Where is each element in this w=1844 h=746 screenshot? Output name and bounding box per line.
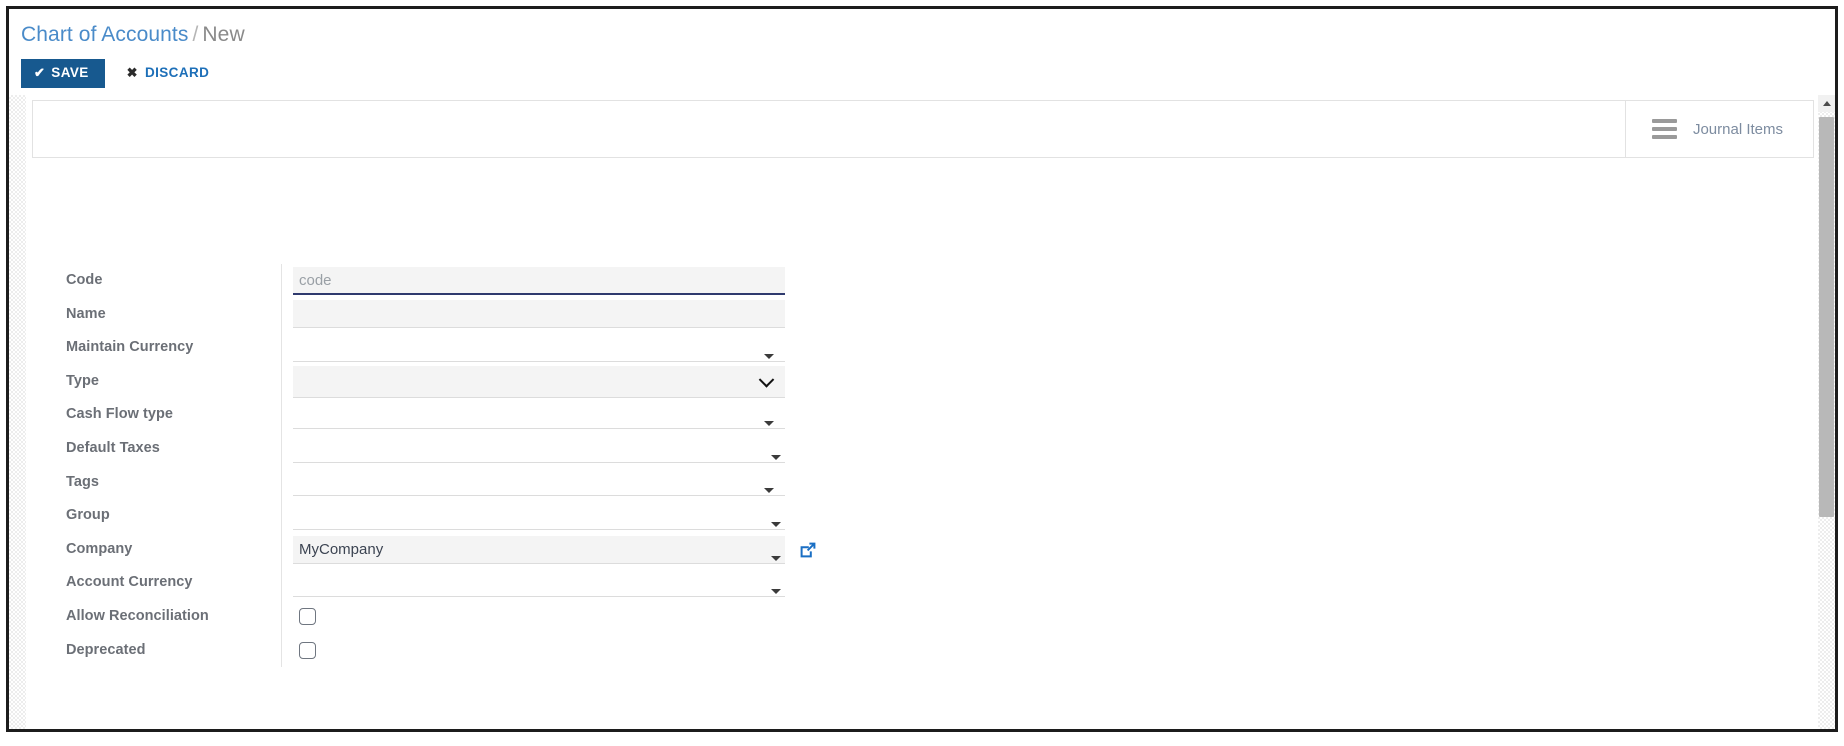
- tags-dropdown[interactable]: [293, 468, 785, 497]
- breadcrumb-link-chart-of-accounts[interactable]: Chart of Accounts: [21, 23, 188, 46]
- form-row-name: Name: [66, 297, 890, 332]
- form-row-account-currency: Account Currency: [66, 566, 890, 600]
- form-row-tags: Tags: [66, 465, 890, 500]
- code-input[interactable]: code: [293, 266, 785, 295]
- external-link-icon[interactable]: [798, 540, 818, 560]
- default-taxes-dropdown[interactable]: [293, 434, 785, 463]
- triangle-up-icon[interactable]: [1818, 95, 1835, 112]
- sheet-area: Journal Items Code code Name Maintain Cu…: [26, 95, 1818, 729]
- caret-down-icon[interactable]: [764, 421, 774, 427]
- vertical-scrollbar[interactable]: [1818, 95, 1835, 729]
- form-row-cash-flow-type: Cash Flow type: [66, 398, 890, 432]
- company-dropdown[interactable]: MyCompany: [293, 535, 785, 564]
- caret-down-icon[interactable]: [771, 589, 781, 595]
- caret-down-icon[interactable]: [771, 454, 781, 460]
- account-currency-underline: [293, 596, 785, 598]
- label-type: Type: [66, 372, 99, 389]
- group-underline: [293, 528, 785, 530]
- field-cell-default-taxes: [281, 431, 890, 466]
- field-cell-tags: [281, 465, 890, 500]
- name-input[interactable]: [293, 300, 785, 329]
- field-cell-maintain-currency: [281, 331, 890, 365]
- field-cell-code: code: [281, 264, 890, 298]
- maintain-currency-dropdown[interactable]: [293, 333, 785, 362]
- form-row-default-taxes: Default Taxes: [66, 431, 890, 466]
- form-row-allow-reconciliation: Allow Reconciliation: [66, 599, 890, 634]
- code-input-placeholder: code: [299, 271, 332, 289]
- deprecated-checkbox[interactable]: [299, 641, 316, 659]
- save-button-label: SAVE: [51, 65, 89, 80]
- smart-button-journal-items[interactable]: Journal Items: [1624, 101, 1813, 157]
- save-button[interactable]: ✔ SAVE: [21, 59, 105, 88]
- field-cell-name: [281, 297, 890, 332]
- label-allow-reconciliation: Allow Reconciliation: [66, 607, 209, 624]
- chevron-down-icon[interactable]: [758, 371, 775, 388]
- field-cell-group: [281, 499, 890, 533]
- label-default-taxes: Default Taxes: [66, 439, 160, 456]
- label-code: Code: [66, 272, 103, 288]
- label-maintain-currency: Maintain Currency: [66, 339, 194, 356]
- form-row-company: Company MyCompany: [66, 532, 890, 567]
- field-cell-type: [281, 364, 890, 399]
- code-input-focus-underline: [293, 292, 785, 295]
- form-row-deprecated: Deprecated: [66, 633, 890, 668]
- label-name: Name: [66, 305, 106, 322]
- breadcrumb-separator: /: [192, 23, 199, 46]
- discard-button[interactable]: ✖ DISCARD: [105, 59, 222, 88]
- field-cell-deprecated: [281, 633, 890, 668]
- form-row-code: Code code: [66, 264, 890, 298]
- label-group: Group: [66, 507, 110, 524]
- form-field-table: Code code Name Maintain Currency Type Ca…: [66, 264, 890, 668]
- group-dropdown[interactable]: [293, 501, 785, 530]
- label-cash-flow-type: Cash Flow type: [66, 406, 174, 423]
- field-cell-cash-flow-type: [281, 398, 890, 432]
- name-input-underline: [293, 327, 785, 329]
- discard-button-label: DISCARD: [144, 65, 210, 80]
- form-view-container: Journal Items Code code Name Maintain Cu…: [9, 95, 1835, 729]
- label-deprecated: Deprecated: [66, 641, 146, 658]
- breadcrumb: Chart of Accounts / New: [21, 23, 245, 47]
- check-icon: ✔: [34, 65, 46, 81]
- caret-down-icon[interactable]: [764, 488, 774, 494]
- app-window-frame: Chart of Accounts/New ✔ SAVE ✖ DISCARD: [6, 6, 1838, 732]
- button-box: Journal Items: [32, 100, 1814, 158]
- company-underline: [293, 562, 785, 564]
- allow-reconciliation-checkbox[interactable]: [299, 608, 316, 626]
- breadcrumb-current-new: New: [202, 23, 245, 46]
- action-button-row: ✔ SAVE ✖ DISCARD: [21, 59, 221, 88]
- label-tags: Tags: [66, 473, 99, 490]
- caret-down-icon[interactable]: [771, 555, 781, 561]
- close-x-icon: ✖: [126, 65, 138, 81]
- scrollbar-thumb[interactable]: [1819, 117, 1834, 517]
- caret-down-icon[interactable]: [764, 353, 774, 359]
- smart-button-label: Journal Items: [1692, 120, 1783, 138]
- left-gutter: [9, 95, 26, 729]
- field-cell-company: MyCompany: [281, 532, 890, 567]
- field-cell-allow-reconciliation: [281, 599, 890, 634]
- account-currency-dropdown[interactable]: [293, 569, 785, 598]
- label-account-currency: Account Currency: [66, 574, 193, 591]
- field-cell-account-currency: [281, 566, 890, 600]
- form-row-type: Type: [66, 364, 890, 399]
- form-sheet: Code code Name Maintain Currency Type Ca…: [32, 159, 1814, 725]
- caret-down-icon[interactable]: [771, 521, 781, 527]
- label-company: Company: [66, 540, 133, 557]
- tags-underline: [293, 495, 785, 497]
- type-select[interactable]: [293, 365, 785, 398]
- control-panel: Chart of Accounts / New ✔ SAVE ✖ DISCARD: [9, 9, 1835, 95]
- form-row-maintain-currency: Maintain Currency: [66, 331, 890, 365]
- default-taxes-underline: [293, 461, 785, 463]
- cash-flow-type-dropdown[interactable]: [293, 401, 785, 430]
- cash-flow-type-underline: [293, 428, 785, 430]
- form-row-group: Group: [66, 499, 890, 533]
- company-value: MyCompany: [299, 540, 384, 558]
- maintain-currency-underline: [293, 360, 785, 362]
- hamburger-list-icon: [1651, 119, 1677, 139]
